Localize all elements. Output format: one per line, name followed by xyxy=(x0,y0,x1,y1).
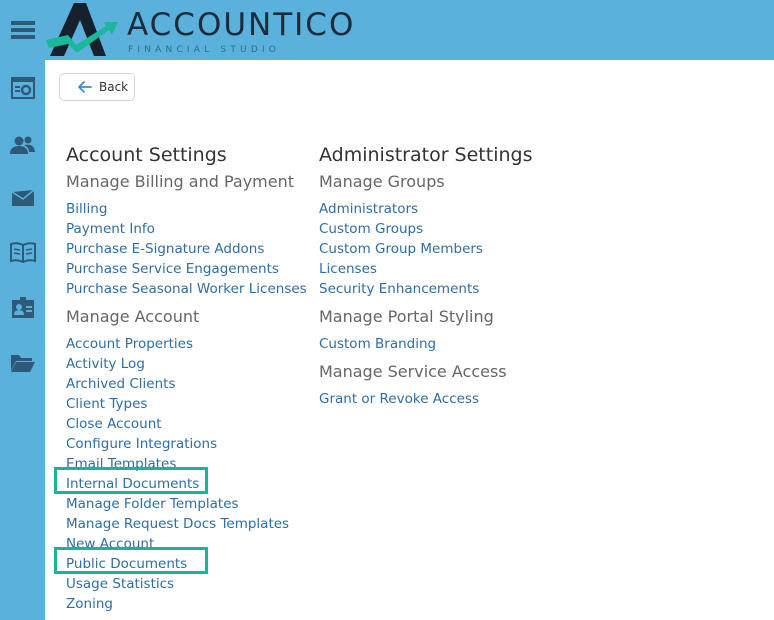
dashboard-settings-icon[interactable] xyxy=(9,74,37,102)
link-activity-log[interactable]: Activity Log xyxy=(66,354,307,374)
link-licenses[interactable]: Licenses xyxy=(319,259,533,279)
group-title-manage-service-access: Manage Service Access xyxy=(319,362,507,381)
group-title-manage-portal-styling: Manage Portal Styling xyxy=(319,307,494,326)
group-title-manage-account: Manage Account xyxy=(66,307,200,326)
link-close-account[interactable]: Close Account xyxy=(66,414,307,434)
link-account-properties[interactable]: Account Properties xyxy=(66,334,307,354)
link-zoning[interactable]: Zoning xyxy=(66,594,307,614)
book-icon[interactable] xyxy=(9,238,37,266)
link-client-types[interactable]: Client Types xyxy=(66,394,307,414)
contact-card-icon[interactable] xyxy=(9,294,37,322)
group-title-billing: Manage Billing and Payment xyxy=(66,172,295,191)
folder-icon[interactable] xyxy=(9,349,37,377)
link-custom-groups[interactable]: Custom Groups xyxy=(319,219,533,239)
link-administrators[interactable]: Administrators xyxy=(319,199,533,219)
section-title-administrator-settings: Administrator Settings xyxy=(319,144,533,166)
link-purchase-seasonal-worker-licenses[interactable]: Purchase Seasonal Worker Licenses xyxy=(66,279,307,299)
section-title-account-settings: Account Settings xyxy=(66,144,227,166)
arrow-left-icon xyxy=(78,81,92,93)
link-grant-or-revoke-access[interactable]: Grant or Revoke Access xyxy=(319,389,533,409)
link-manage-request-docs-templates[interactable]: Manage Request Docs Templates xyxy=(66,514,307,534)
link-billing[interactable]: Billing xyxy=(66,199,307,219)
link-manage-folder-templates[interactable]: Manage Folder Templates xyxy=(66,494,307,514)
link-custom-group-members[interactable]: Custom Group Members xyxy=(319,239,533,259)
logo-icon xyxy=(46,0,126,62)
link-configure-integrations[interactable]: Configure Integrations xyxy=(66,434,307,454)
highlight-internal-documents xyxy=(54,467,208,494)
users-icon[interactable] xyxy=(9,131,37,159)
link-purchase-service-engagements[interactable]: Purchase Service Engagements xyxy=(66,259,307,279)
back-button-label: Back xyxy=(99,80,129,94)
account-settings-column: Account Settings Manage Billing and Paym… xyxy=(66,142,307,614)
link-payment-info[interactable]: Payment Info xyxy=(66,219,307,239)
link-archived-clients[interactable]: Archived Clients xyxy=(66,374,307,394)
link-purchase-esignature-addons[interactable]: Purchase E-Signature Addons xyxy=(66,239,307,259)
link-security-enhancements[interactable]: Security Enhancements xyxy=(319,279,533,299)
link-custom-branding[interactable]: Custom Branding xyxy=(319,334,533,354)
top-bar: ACCOUNTICO FINANCIAL STUDIO xyxy=(45,0,774,60)
sidebar xyxy=(0,0,45,620)
menu-icon[interactable] xyxy=(9,16,37,44)
administrator-settings-column: Administrator Settings Manage Groups Adm… xyxy=(319,142,533,409)
highlight-public-documents xyxy=(54,547,208,574)
brand-tagline: FINANCIAL STUDIO xyxy=(128,45,281,55)
group-title-manage-groups: Manage Groups xyxy=(319,172,445,191)
mail-icon[interactable] xyxy=(9,184,37,212)
back-button[interactable]: Back xyxy=(59,73,135,101)
link-usage-statistics[interactable]: Usage Statistics xyxy=(66,574,307,594)
brand-name: ACCOUNTICO xyxy=(127,7,356,43)
